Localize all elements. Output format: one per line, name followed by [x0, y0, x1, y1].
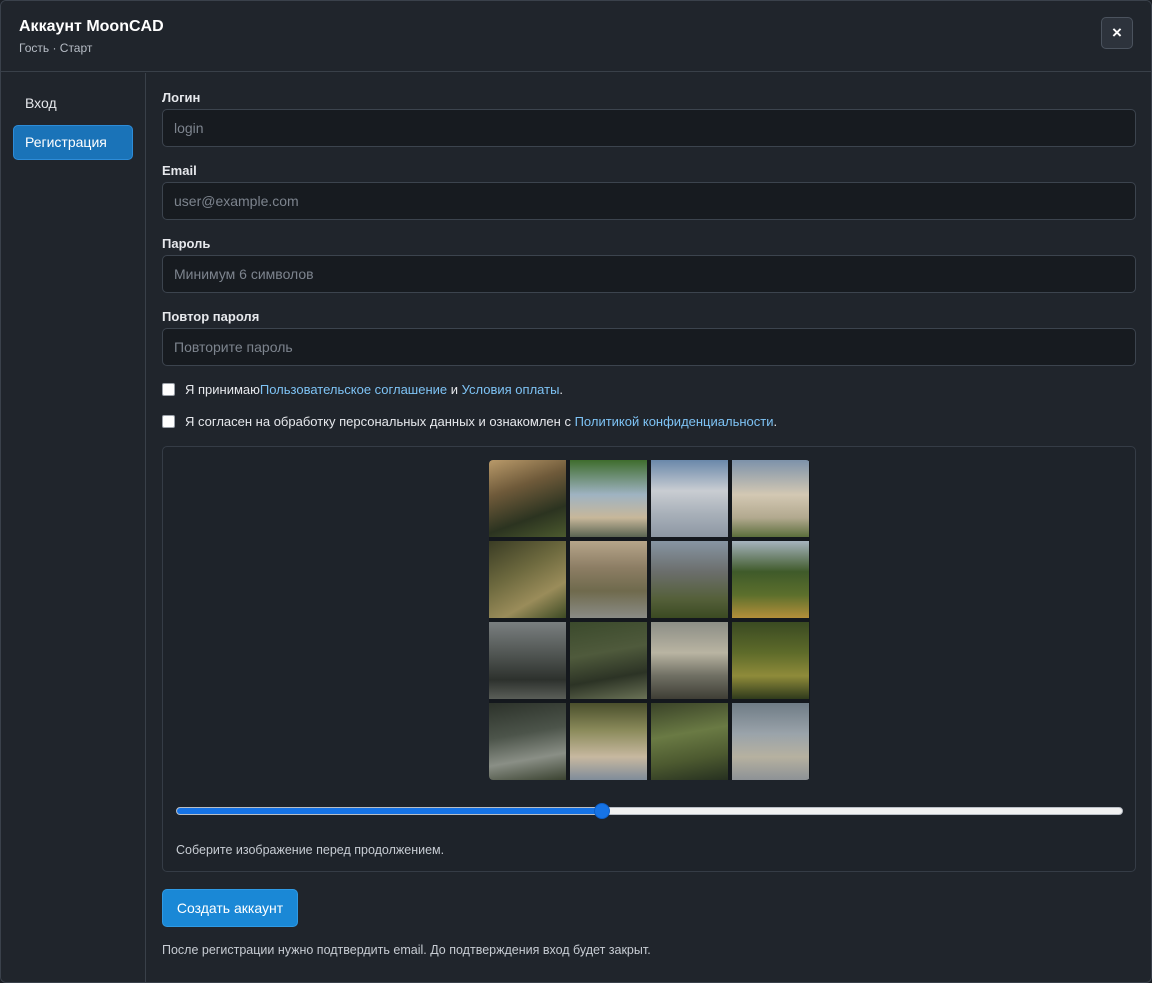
captcha-puzzle-image	[489, 460, 810, 780]
close-button[interactable]: ×	[1101, 17, 1133, 49]
puzzle-tile[interactable]	[651, 541, 728, 618]
password-repeat-input[interactable]	[162, 328, 1136, 366]
puzzle-tile[interactable]	[489, 703, 566, 780]
puzzle-tile[interactable]	[489, 541, 566, 618]
puzzle-tile[interactable]	[570, 460, 647, 537]
sidebar-item-login[interactable]: Вход	[13, 86, 133, 121]
login-label: Логин	[162, 90, 201, 105]
email-input[interactable]	[162, 182, 1136, 220]
create-account-button[interactable]: Создать аккаунт	[162, 889, 298, 927]
account-dialog: Аккаунт MoonCAD Гость · Старт × Вход Рег…	[0, 0, 1152, 983]
sidebar: Вход Регистрация	[1, 73, 146, 982]
puzzle-tile[interactable]	[651, 460, 728, 537]
captcha-slider[interactable]	[176, 803, 1123, 819]
terms-text-before: Я принимаю	[185, 382, 260, 397]
puzzle-tile[interactable]	[732, 703, 809, 780]
captcha-slider-thumb[interactable]	[594, 803, 611, 819]
privacy-text-before: Я согласен на обработку персональных дан…	[185, 414, 575, 429]
captcha-panel: Соберите изображение перед продолжением.	[162, 446, 1136, 872]
privacy-policy-link[interactable]: Политикой конфиденциальности	[575, 414, 774, 429]
privacy-text-after: .	[773, 414, 778, 429]
captcha-slider-fill	[177, 808, 603, 814]
terms-text-after: .	[559, 382, 564, 397]
puzzle-tile[interactable]	[570, 622, 647, 699]
puzzle-tile[interactable]	[570, 541, 647, 618]
puzzle-tile[interactable]	[732, 541, 809, 618]
sidebar-item-register[interactable]: Регистрация	[13, 125, 133, 160]
terms-row: Я принимаю Пользовательское соглашение и…	[162, 382, 563, 397]
dialog-subtitle: Гость · Старт	[19, 41, 93, 55]
puzzle-tile[interactable]	[570, 703, 647, 780]
puzzle-tile[interactable]	[732, 460, 809, 537]
payment-terms-link[interactable]: Условия оплаты	[462, 382, 560, 397]
dialog-header: Аккаунт MoonCAD Гость · Старт ×	[1, 1, 1151, 72]
user-agreement-link[interactable]: Пользовательское соглашение	[260, 382, 447, 397]
password-label: Пароль	[162, 236, 211, 251]
confirmation-note: После регистрации нужно подтвердить emai…	[162, 943, 651, 957]
puzzle-tile[interactable]	[732, 622, 809, 699]
close-icon: ×	[1112, 23, 1122, 42]
privacy-checkbox[interactable]	[162, 415, 175, 428]
password-input[interactable]	[162, 255, 1136, 293]
login-input[interactable]	[162, 109, 1136, 147]
captcha-hint: Соберите изображение перед продолжением.	[176, 843, 445, 857]
password-repeat-label: Повтор пароля	[162, 309, 260, 324]
terms-text-middle: и	[447, 382, 462, 397]
puzzle-tile[interactable]	[489, 622, 566, 699]
email-label: Email	[162, 163, 197, 178]
puzzle-tile[interactable]	[651, 622, 728, 699]
privacy-row: Я согласен на обработку персональных дан…	[162, 414, 777, 429]
puzzle-tile[interactable]	[489, 460, 566, 537]
terms-checkbox[interactable]	[162, 383, 175, 396]
puzzle-tile[interactable]	[651, 703, 728, 780]
dialog-title: Аккаунт MoonCAD	[19, 18, 164, 35]
